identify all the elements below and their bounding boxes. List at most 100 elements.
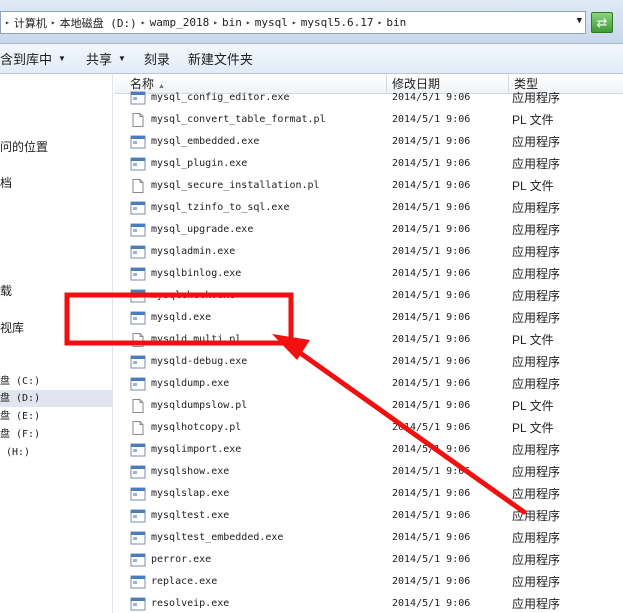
file-row[interactable]: mysqld_multi.pl 2014/5/1 9:06 PL 文件 xyxy=(115,329,623,351)
path-chevron-icon[interactable]: ▸ xyxy=(378,18,383,27)
nav-item-documents[interactable]: 档 xyxy=(0,174,12,191)
file-type: 应用程序 xyxy=(512,355,561,369)
file-row[interactable]: mysqlbinlog.exe 2014/5/1 9:06 应用程序 xyxy=(115,263,623,285)
file-date: 2014/5/1 9:06 xyxy=(392,136,471,147)
burn-button[interactable]: 刻录 xyxy=(138,48,176,70)
application-icon xyxy=(130,135,146,149)
file-date: 2014/5/1 9:06 xyxy=(392,334,471,345)
file-name-cell[interactable]: mysqlshow.exe xyxy=(130,461,229,483)
file-name-cell[interactable]: mysql_secure_installation.pl xyxy=(130,175,320,197)
file-name: mysqltest.exe xyxy=(151,510,230,521)
file-type: PL 文件 xyxy=(512,399,554,413)
file-name-cell[interactable]: perror.exe xyxy=(130,549,211,571)
file-name-cell[interactable]: mysqlslap.exe xyxy=(130,483,229,505)
nav-item-drive-f[interactable]: 盘 (F:) xyxy=(0,426,40,443)
file-row[interactable]: mysql_upgrade.exe 2014/5/1 9:06 应用程序 xyxy=(115,219,623,241)
file-date: 2014/5/1 9:06 xyxy=(392,246,471,257)
application-icon xyxy=(130,465,146,479)
path-chevron-icon[interactable]: ▸ xyxy=(5,18,10,27)
file-row[interactable]: mysqlslap.exe 2014/5/1 9:06 应用程序 xyxy=(115,483,623,505)
crumb-bin[interactable]: bin xyxy=(222,16,242,29)
file-name-cell[interactable]: mysql_config_editor.exe xyxy=(130,87,289,109)
file-row[interactable]: mysqlcheck.exe 2014/5/1 9:06 应用程序 xyxy=(115,285,623,307)
file-row[interactable]: mysqld-debug.exe 2014/5/1 9:06 应用程序 xyxy=(115,351,623,373)
file-row[interactable]: mysql_convert_table_format.pl 2014/5/1 9:… xyxy=(115,109,623,131)
file-row[interactable]: mysql_embedded.exe 2014/5/1 9:06 应用程序 xyxy=(115,131,623,153)
crumb-drive-d[interactable]: 本地磁盘 (D:) xyxy=(60,15,137,31)
share-button[interactable]: 共享 ▼ xyxy=(80,48,132,70)
file-name: mysqldumpslow.pl xyxy=(151,400,248,411)
file-name-cell[interactable]: mysqlcheck.exe xyxy=(130,285,235,307)
path-chevron-icon[interactable]: ▸ xyxy=(141,18,146,27)
file-name-cell[interactable]: mysqlimport.exe xyxy=(130,439,241,461)
file-type: 应用程序 xyxy=(512,575,561,589)
file-name-cell[interactable]: replace.exe xyxy=(130,571,217,593)
chevron-down-icon[interactable]: ▼ xyxy=(577,16,582,26)
file-type: PL 文件 xyxy=(512,113,554,127)
crumb-mysql-version[interactable]: mysql5.6.17 xyxy=(301,16,374,29)
path-chevron-icon[interactable]: ▸ xyxy=(51,18,56,27)
file-row[interactable]: perror.exe 2014/5/1 9:06 应用程序 xyxy=(115,549,623,571)
file-name-cell[interactable]: mysqlbinlog.exe xyxy=(130,263,241,285)
nav-item-drive-h[interactable]: (H:) xyxy=(6,444,30,461)
file-type: 应用程序 xyxy=(512,465,561,479)
file-name-cell[interactable]: mysql_tzinfo_to_sql.exe xyxy=(130,197,289,219)
new-folder-button[interactable]: 新建文件夹 xyxy=(182,48,259,70)
file-row[interactable]: mysqldump.exe 2014/5/1 9:06 应用程序 xyxy=(115,373,623,395)
file-name-cell[interactable]: mysqldumpslow.pl xyxy=(130,395,247,417)
file-name-cell[interactable]: mysqldump.exe xyxy=(130,373,229,395)
nav-item-drive-c[interactable]: 盘 (C:) xyxy=(0,373,40,390)
nav-item-videos[interactable]: 视库 xyxy=(0,319,24,336)
file-name-cell[interactable]: mysqltest.exe xyxy=(130,505,229,527)
file-row[interactable]: resolveip.exe 2014/5/1 9:06 应用程序 xyxy=(115,593,623,613)
file-name-cell[interactable]: mysql_upgrade.exe xyxy=(130,219,253,241)
chevron-down-icon: ▼ xyxy=(117,54,126,63)
nav-item-downloads[interactable]: 载 xyxy=(0,282,12,299)
nav-item-drive-e[interactable]: 盘 (E:) xyxy=(0,408,40,425)
file-name-cell[interactable]: resolveip.exe xyxy=(130,593,229,613)
file-row[interactable]: mysqltest_embedded.exe 2014/5/1 9:06 应用程序 xyxy=(115,527,623,549)
file-name: mysql_secure_installation.pl xyxy=(151,180,320,191)
path-chevron-icon[interactable]: ▸ xyxy=(246,18,251,27)
document-icon xyxy=(132,421,144,435)
file-name-cell[interactable]: mysqltest_embedded.exe xyxy=(130,527,283,549)
nav-item-drive-d[interactable]: 盘 (D:) xyxy=(0,390,112,407)
crumb-bin-current[interactable]: bin xyxy=(386,16,406,29)
file-row[interactable]: mysql_secure_installation.pl 2014/5/1 9:0… xyxy=(115,175,623,197)
file-row[interactable]: replace.exe 2014/5/1 9:06 应用程序 xyxy=(115,571,623,593)
nav-item-recent-places[interactable]: 问的位置 xyxy=(0,138,48,155)
include-in-library-button[interactable]: 含到库中 ▼ xyxy=(0,48,72,70)
file-name-cell[interactable]: mysqld-debug.exe xyxy=(130,351,247,373)
file-row[interactable]: mysqladmin.exe 2014/5/1 9:06 应用程序 xyxy=(115,241,623,263)
file-row[interactable]: mysql_tzinfo_to_sql.exe 2014/5/1 9:06 应用程序 xyxy=(115,197,623,219)
crumb-wamp[interactable]: wamp_2018 xyxy=(150,16,210,29)
file-name-cell[interactable]: mysqladmin.exe xyxy=(130,241,235,263)
file-row[interactable]: mysql_plugin.exe 2014/5/1 9:06 应用程序 xyxy=(115,153,623,175)
file-name-cell[interactable]: mysqld.exe xyxy=(130,307,211,329)
path-chevron-icon[interactable]: ▸ xyxy=(213,18,218,27)
file-name: mysql_upgrade.exe xyxy=(151,224,254,235)
file-row[interactable]: mysqltest.exe 2014/5/1 9:06 应用程序 xyxy=(115,505,623,527)
file-row[interactable]: mysqlimport.exe 2014/5/1 9:06 应用程序 xyxy=(115,439,623,461)
path-chevron-icon[interactable]: ▸ xyxy=(292,18,297,27)
file-name-cell[interactable]: mysql_convert_table_format.pl xyxy=(130,109,326,131)
file-row[interactable]: mysqlshow.exe 2014/5/1 9:06 应用程序 xyxy=(115,461,623,483)
refresh-icon[interactable]: ⇄ xyxy=(591,12,613,33)
file-name: mysqlcheck.exe xyxy=(151,290,236,301)
file-row[interactable]: mysql_config_editor.exe 2014/5/1 9:06 应用程序 xyxy=(115,87,623,109)
file-name-cell[interactable]: mysql_plugin.exe xyxy=(130,153,247,175)
crumb-mysql[interactable]: mysql xyxy=(255,16,288,29)
crumb-computer[interactable]: 计算机 xyxy=(14,15,47,31)
file-row[interactable]: mysqldumpslow.pl 2014/5/1 9:06 PL 文件 xyxy=(115,395,623,417)
application-icon xyxy=(130,355,146,369)
file-name-cell[interactable]: mysqld_multi.pl xyxy=(130,329,241,351)
address-path-box[interactable]: ▸ 计算机 ▸ 本地磁盘 (D:) ▸ wamp_2018 ▸ bin ▸ my… xyxy=(0,11,586,34)
file-row[interactable]: mysqld.exe 2014/5/1 9:06 应用程序 xyxy=(115,307,623,329)
file-name: mysqltest_embedded.exe xyxy=(151,532,284,543)
file-row[interactable]: mysqlhotcopy.pl 2014/5/1 9:06 PL 文件 xyxy=(115,417,623,439)
file-date: 2014/5/1 9:06 xyxy=(392,180,471,191)
file-name-cell[interactable]: mysql_embedded.exe xyxy=(130,131,259,153)
file-name-cell[interactable]: mysqlhotcopy.pl xyxy=(130,417,241,439)
application-icon xyxy=(130,289,146,303)
file-type: 应用程序 xyxy=(512,245,561,259)
